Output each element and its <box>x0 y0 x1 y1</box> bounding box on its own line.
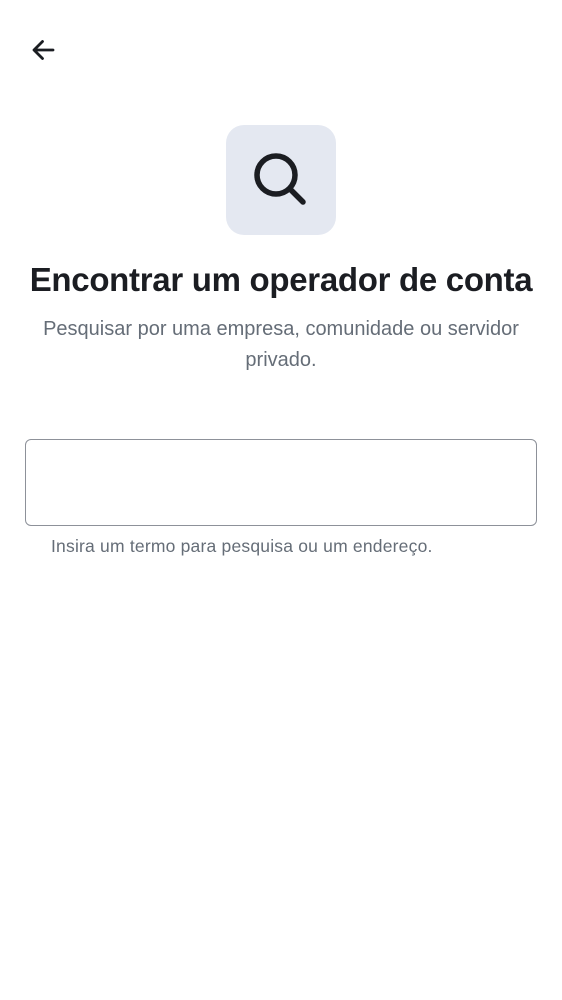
search-helper-text: Insira um termo para pesquisa ou um ende… <box>51 536 433 556</box>
search-icon <box>254 153 306 205</box>
back-button[interactable] <box>21 28 65 72</box>
arrow-left-icon <box>32 40 55 60</box>
search-illustration <box>226 125 336 235</box>
page-title: Encontrar um operador de conta <box>29 261 533 298</box>
page-subtitle: Pesquisar por uma empresa, comunidade ou… <box>43 318 519 371</box>
search-input[interactable] <box>26 440 536 525</box>
search-field[interactable] <box>25 439 537 526</box>
